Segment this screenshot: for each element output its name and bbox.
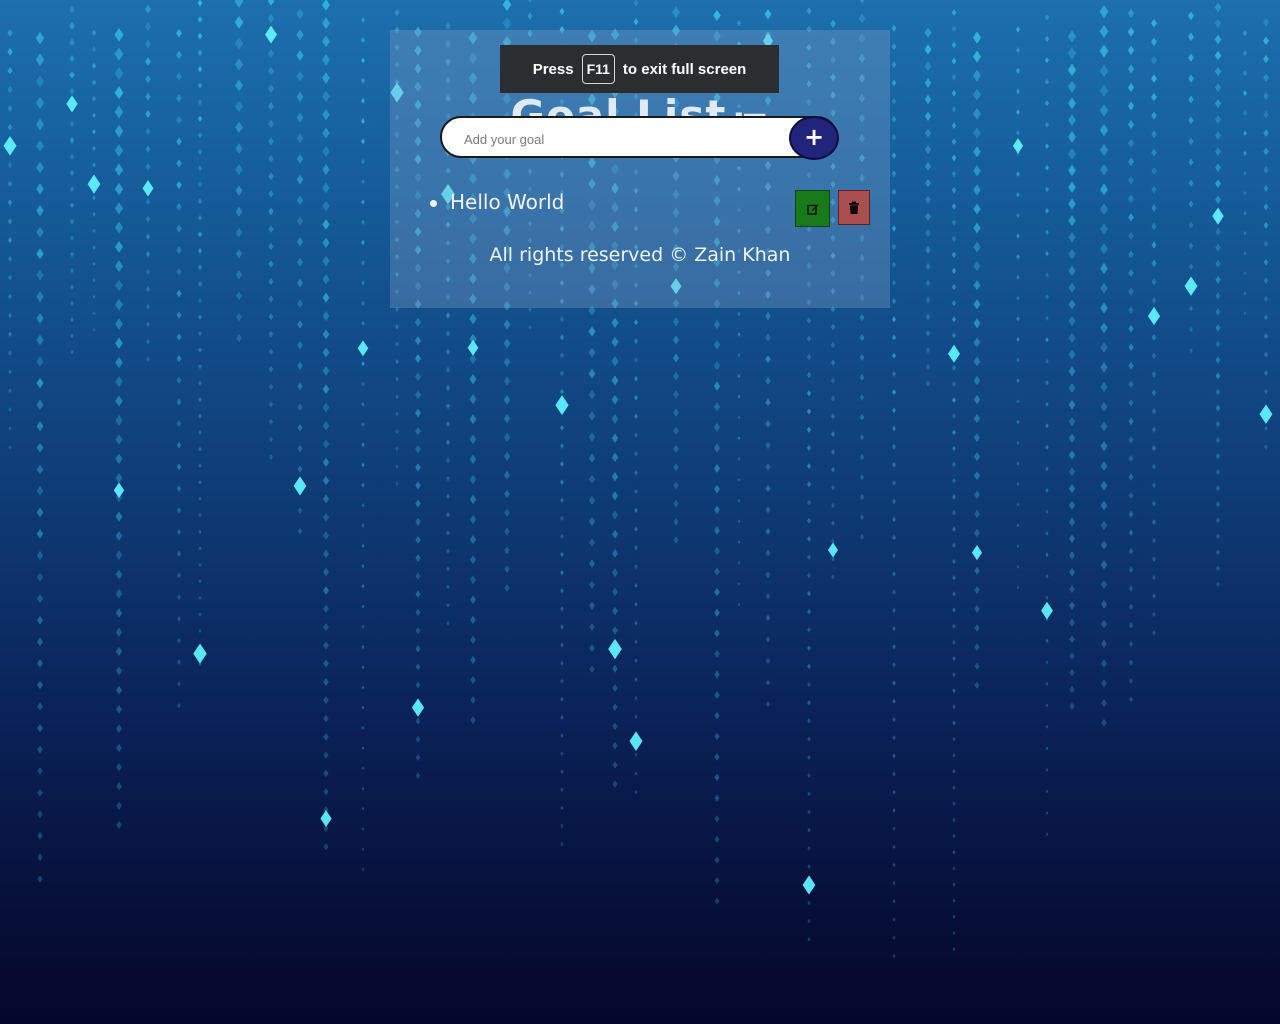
goal-input[interactable]: [462, 126, 786, 152]
edit-icon: [806, 204, 818, 215]
f11-key-badge: F11: [581, 54, 615, 84]
edit-goal-button[interactable]: [795, 190, 830, 227]
goal-text: Hello World: [450, 190, 565, 214]
fullscreen-notice-prefix: Press: [532, 60, 574, 78]
bullet-icon: [430, 200, 437, 207]
delete-goal-button[interactable]: [838, 190, 870, 225]
goal-input-wrapper: [440, 116, 838, 158]
add-goal-button[interactable]: +: [789, 116, 839, 160]
fullscreen-notice: Press F11 to exit full screen: [500, 45, 779, 93]
trash-icon: [849, 201, 859, 214]
footer-copyright: All rights reserved © Zain Khan: [489, 244, 791, 266]
fullscreen-notice-suffix: to exit full screen: [622, 60, 747, 78]
